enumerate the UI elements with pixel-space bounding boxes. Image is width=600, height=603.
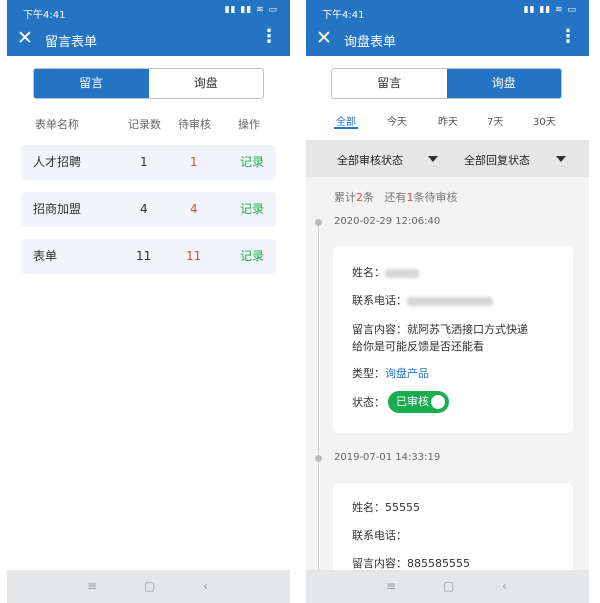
record-count: 4 bbox=[140, 202, 148, 216]
pending-count: 1 bbox=[406, 191, 414, 204]
phone-field: 联系电话： bbox=[352, 292, 493, 309]
entry-date: 2019-07-01 14:33:19 bbox=[334, 452, 441, 463]
signal-wifi-battery-icon: ▮▮ ▮▮ ≋ ▭ bbox=[224, 5, 278, 15]
form-name: 人才招聘 bbox=[33, 155, 82, 169]
message-field-continued: 给你是可能反馈是否还能看 bbox=[352, 340, 484, 353]
more-vert-icon[interactable]: ⋮ bbox=[260, 28, 278, 46]
column-header-operation: 操作 bbox=[238, 118, 260, 131]
records-link[interactable]: 记录 bbox=[240, 202, 264, 217]
segment-message[interactable]: 留言 bbox=[34, 69, 149, 98]
pending-count: 4 bbox=[190, 202, 198, 216]
type-field: 类型：询盘产品 bbox=[352, 367, 429, 380]
table-row[interactable]: 招商加盟 4 4 记录 bbox=[21, 192, 276, 227]
home-icon[interactable]: ▢ bbox=[443, 579, 454, 593]
home-icon[interactable]: ▢ bbox=[144, 579, 155, 593]
status-bar: 下午4:41 ▮▮ ▮▮ ≋ ▭ bbox=[7, 0, 290, 24]
form-name: 表单 bbox=[33, 249, 58, 263]
phone-value bbox=[407, 296, 493, 306]
title-bar: ✕ 留言表单 ⋮ bbox=[7, 24, 290, 56]
toggle-knob bbox=[431, 395, 445, 409]
timeline-dot bbox=[315, 455, 322, 462]
app-bar: 下午4:41 ▮▮ ▮▮ ≋ ▭ ✕ 询盘表单 ⋮ bbox=[306, 0, 589, 56]
column-header-count: 记录数 bbox=[128, 118, 161, 131]
table-row[interactable]: 人才招聘 1 1 记录 bbox=[21, 145, 276, 180]
record-count: 11 bbox=[136, 249, 152, 263]
tab-yesterday[interactable]: 昨天 bbox=[438, 113, 458, 128]
tab-all[interactable]: 全部 bbox=[336, 113, 356, 128]
system-nav-bar: ≡ ▢ ‹ bbox=[7, 570, 290, 603]
status-label: 状态： bbox=[352, 396, 385, 409]
segment-inquiry[interactable]: 询盘 bbox=[446, 69, 561, 98]
name-value: 55555 bbox=[385, 501, 420, 514]
reviewed-toggle[interactable]: 已审核 bbox=[388, 391, 449, 413]
entry-date: 2020-02-29 12:06:40 bbox=[334, 216, 441, 227]
name-value bbox=[385, 268, 419, 278]
timeline-dot bbox=[315, 219, 322, 226]
chevron-down-icon[interactable] bbox=[428, 156, 438, 162]
toggle-label: 已审核 bbox=[396, 395, 429, 408]
date-range-tabs: 全部 今天 昨天 7天 30天 bbox=[306, 113, 589, 139]
form-type-segmented-control: 留言 询盘 bbox=[33, 68, 264, 99]
system-nav-bar: ≡ ▢ ‹ bbox=[306, 570, 589, 603]
menu-icon[interactable]: ≡ bbox=[386, 579, 396, 593]
pending-count: 11 bbox=[186, 249, 202, 263]
column-header-name: 表单名称 bbox=[35, 118, 79, 131]
timeline-line bbox=[318, 222, 319, 603]
close-icon[interactable]: ✕ bbox=[17, 27, 33, 49]
segment-message[interactable]: 留言 bbox=[332, 69, 447, 98]
type-link[interactable]: 询盘产品 bbox=[385, 367, 429, 380]
back-icon[interactable]: ‹ bbox=[203, 579, 208, 593]
form-name: 招商加盟 bbox=[33, 202, 82, 216]
page-title: 询盘表单 bbox=[344, 35, 397, 50]
filter-bar: 全部审核状态 全部回复状态 bbox=[306, 140, 589, 177]
page-title: 留言表单 bbox=[45, 35, 98, 50]
records-link[interactable]: 记录 bbox=[240, 155, 264, 170]
table-row[interactable]: 表单 11 11 记录 bbox=[21, 239, 276, 274]
signal-wifi-battery-icon: ▮▮ ▮▮ ≋ ▭ bbox=[523, 5, 577, 15]
column-header-pending: 待审核 bbox=[178, 118, 211, 131]
name-field: 姓名： bbox=[352, 264, 419, 281]
record-count: 1 bbox=[140, 155, 148, 169]
status-time: 下午4:41 bbox=[322, 10, 365, 21]
chevron-down-icon[interactable] bbox=[556, 156, 566, 162]
form-type-segmented-control: 留言 询盘 bbox=[331, 68, 562, 99]
message-field: 留言内容：就阿苏飞洒接口方式快递 bbox=[352, 323, 528, 336]
status-time: 下午4:41 bbox=[23, 10, 66, 21]
records-link[interactable]: 记录 bbox=[240, 249, 264, 264]
app-bar: 下午4:41 ▮▮ ▮▮ ≋ ▭ ✕ 留言表单 ⋮ bbox=[7, 0, 290, 56]
pending-count: 1 bbox=[190, 155, 198, 169]
tab-7-days[interactable]: 7天 bbox=[487, 113, 503, 128]
segment-inquiry[interactable]: 询盘 bbox=[149, 69, 264, 98]
review-status-filter[interactable]: 全部审核状态 bbox=[337, 152, 403, 168]
back-icon[interactable]: ‹ bbox=[502, 579, 507, 593]
title-bar: ✕ 询盘表单 ⋮ bbox=[306, 24, 589, 56]
inquiry-card[interactable]: 姓名： 联系电话： 留言内容：就阿苏飞洒接口方式快递 给你是可能反馈是否还能看 … bbox=[333, 246, 573, 433]
active-tab-indicator bbox=[334, 127, 358, 129]
name-field: 姓名：55555 bbox=[352, 501, 420, 514]
tab-today[interactable]: 今天 bbox=[387, 113, 407, 128]
right-phone-screen: 下午4:41 ▮▮ ▮▮ ≋ ▭ ✕ 询盘表单 ⋮ 留言 询盘 全部 今天 昨天… bbox=[306, 0, 589, 603]
tab-30-days[interactable]: 30天 bbox=[533, 113, 556, 128]
close-icon[interactable]: ✕ bbox=[316, 27, 332, 49]
left-phone-screen: 下午4:41 ▮▮ ▮▮ ≋ ▭ ✕ 留言表单 ⋮ 留言 询盘 表单名称 记录数… bbox=[7, 0, 290, 603]
phone-field: 联系电话： bbox=[352, 529, 407, 542]
status-bar: 下午4:41 ▮▮ ▮▮ ≋ ▭ bbox=[306, 0, 589, 24]
more-vert-icon[interactable]: ⋮ bbox=[559, 28, 577, 46]
menu-icon[interactable]: ≡ bbox=[87, 579, 97, 593]
summary-text: 累计2条 还有1条待审核 bbox=[334, 191, 458, 204]
reply-status-filter[interactable]: 全部回复状态 bbox=[464, 152, 530, 168]
total-count: 2 bbox=[356, 191, 363, 204]
